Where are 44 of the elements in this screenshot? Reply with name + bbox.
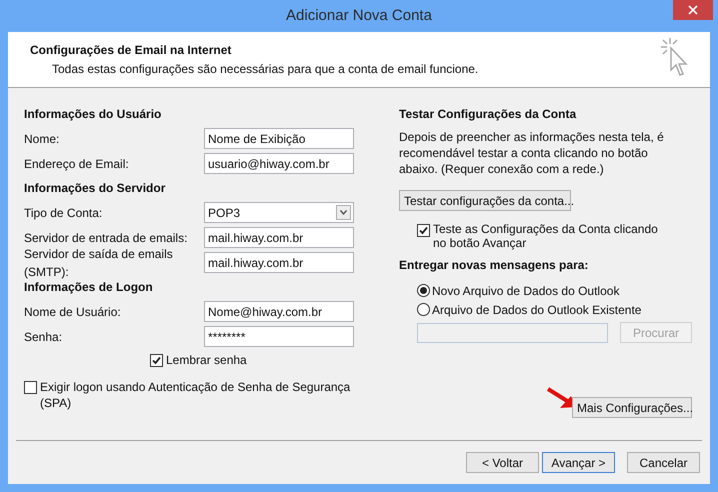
- test-settings-button[interactable]: Testar configurações da conta...: [399, 190, 571, 211]
- field-label: Senha:: [24, 328, 64, 346]
- wizard-button[interactable]: Cancelar: [627, 452, 700, 473]
- radio-button[interactable]: [417, 284, 430, 297]
- wizard-button[interactable]: Avançar >: [542, 452, 615, 473]
- test-description: Depois de preencher as informações nesta tela, é recomendável testar a conta clicando no botão abaixo. (Requer conexão com a rede.): [399, 129, 665, 177]
- section-heading: Informações de Logon: [24, 279, 154, 296]
- account-type-select[interactable]: POP3: [204, 202, 354, 223]
- more-settings-button[interactable]: Mais Configurações...: [572, 397, 692, 418]
- header-subtitle: Todas estas configurações são necessárias para que a conta de email funcione.: [51, 61, 478, 78]
- field-label: Nome de Usuário:: [24, 304, 122, 320]
- section-heading: Testar Configurações da Conta: [399, 106, 578, 123]
- section-heading: Informações do Usuário: [24, 106, 162, 123]
- text-field[interactable]: mail.hiway.com.br: [204, 252, 354, 273]
- checkbox[interactable]: [150, 354, 163, 366]
- field-label: Nome:: [24, 130, 60, 148]
- section-heading: Entregar novas mensagens para:: [399, 257, 590, 274]
- text-field[interactable]: Nome@hiway.com.br: [204, 301, 354, 322]
- text-field[interactable]: usuario@hiway.com.br: [204, 153, 354, 174]
- close-button[interactable]: [673, 0, 713, 20]
- wizard-button[interactable]: < Voltar: [466, 452, 539, 473]
- header-title: Configurações de Email na Internet: [30, 42, 232, 59]
- radio-button[interactable]: [417, 303, 430, 316]
- check-icon: [419, 226, 428, 235]
- text-field[interactable]: Nome de Exibição: [204, 128, 354, 149]
- field-label: Servidor de saída de emails (SMTP):: [24, 246, 174, 280]
- radio-label: Arquivo de Dados do Outlook Existente: [432, 302, 642, 318]
- checkbox[interactable]: [24, 381, 37, 394]
- text-field[interactable]: ********: [204, 326, 354, 347]
- section-heading: Informações do Servidor: [24, 180, 166, 197]
- window-title: Adicionar Nova Conta: [286, 6, 432, 26]
- checkbox[interactable]: [417, 224, 430, 237]
- field-label: Endereço de Email:: [24, 156, 130, 172]
- checkbox-label: Exigir logon usando Autenticação de Senha de Segurança (SPA): [40, 379, 352, 411]
- text-field[interactable]: mail.hiway.com.br: [204, 227, 354, 248]
- checkbox-label: Teste as Configurações da Conta clicando no botão Avançar: [433, 222, 659, 250]
- checkbox-label: Lembrar senha: [166, 352, 247, 369]
- field-label: Tipo de Conta:: [24, 204, 104, 222]
- select-value: POP3: [208, 204, 240, 222]
- close-icon: [688, 5, 698, 15]
- field-label: Servidor de entrada de emails:: [24, 230, 188, 246]
- check-icon: [152, 356, 161, 364]
- radio-label: Novo Arquivo de Dados do Outlook: [432, 282, 620, 300]
- data-file-field[interactable]: [417, 322, 608, 342]
